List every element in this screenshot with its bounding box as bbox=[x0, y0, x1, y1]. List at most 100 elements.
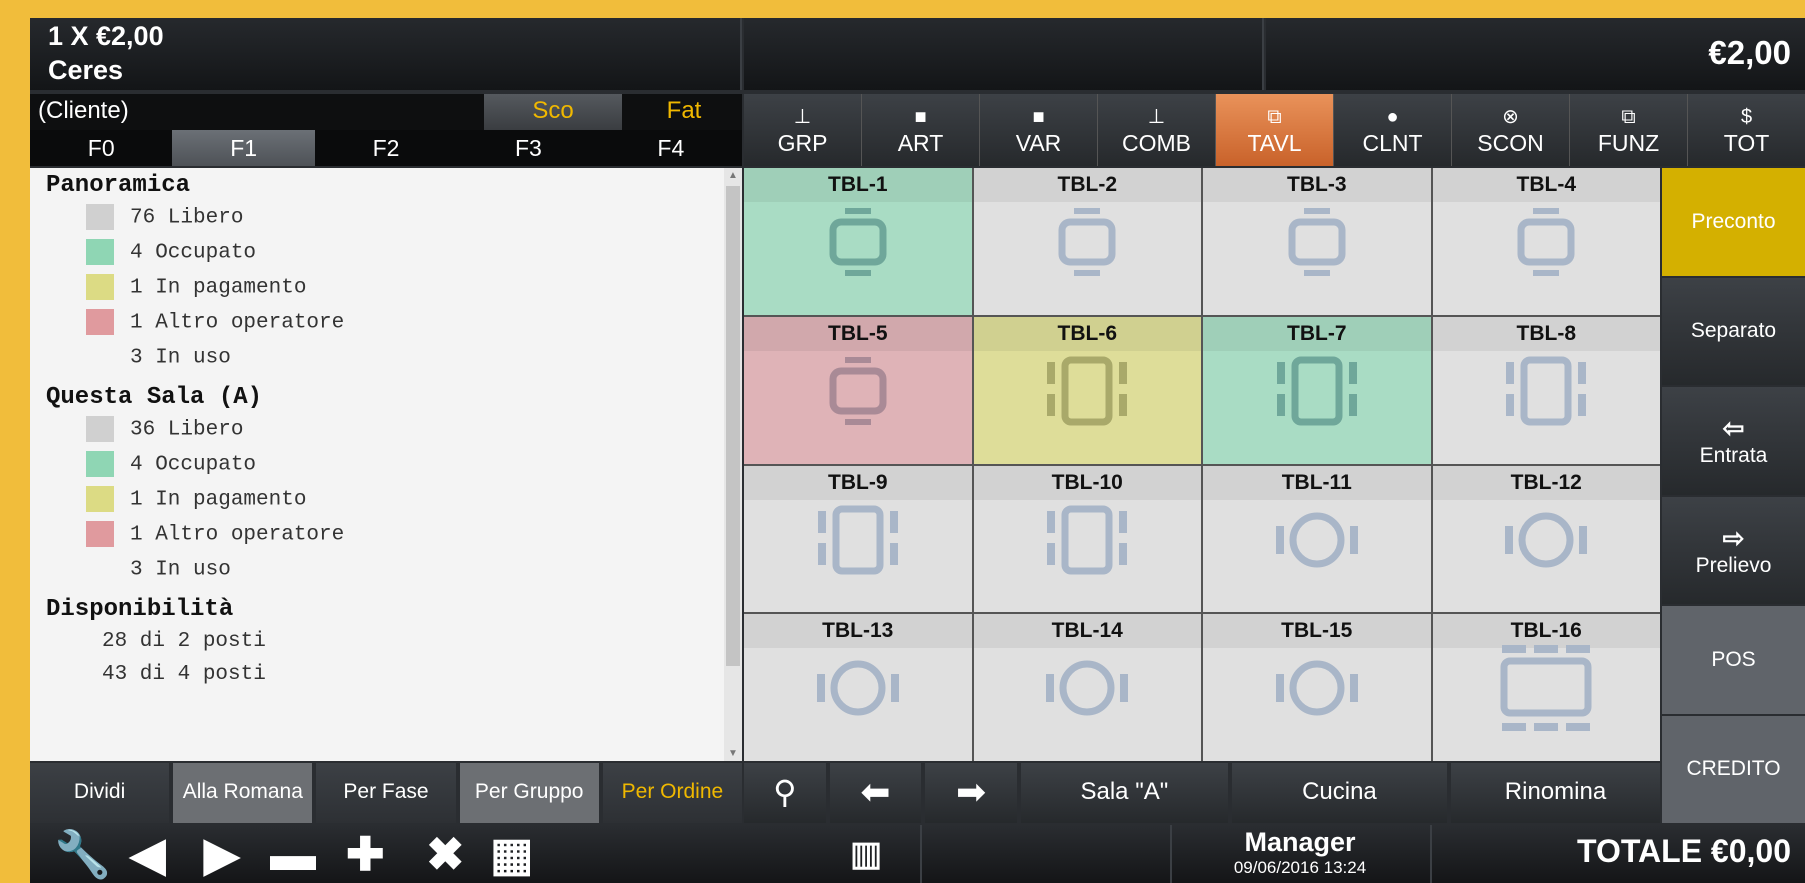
tab-f2[interactable]: F2 bbox=[315, 130, 457, 166]
table-tile[interactable]: TBL-2 bbox=[973, 168, 1201, 315]
legend-row: 3 In uso bbox=[86, 556, 231, 584]
table-tile[interactable]: TBL-8 bbox=[1432, 316, 1660, 464]
table-tile[interactable]: TBL-13 bbox=[744, 614, 972, 761]
table-name: TBL-9 bbox=[744, 465, 972, 500]
plus-icon[interactable]: ✚ bbox=[346, 829, 385, 879]
free-swatch bbox=[86, 204, 114, 230]
tab-f3[interactable]: F3 bbox=[457, 130, 599, 166]
discount-icon: ⊗ bbox=[1502, 106, 1519, 128]
prelievo-button[interactable]: ⇨ Prelievo bbox=[1662, 496, 1805, 604]
entrata-button[interactable]: ⇦ Entrata bbox=[1662, 387, 1805, 495]
calculator-icon[interactable]: ▦ bbox=[490, 829, 533, 879]
legend-panel: Panoramica 76 Libero 4 Occupato 1 In pag… bbox=[30, 168, 724, 761]
date-time: 09/06/2016 13:24 bbox=[1233, 858, 1367, 877]
dollar-icon: $ bbox=[1740, 106, 1753, 128]
client-row: (Cliente) Sco Fat bbox=[30, 94, 742, 130]
comb-button[interactable]: ⊥ COMB bbox=[1097, 94, 1215, 166]
barcode-icon[interactable]: ▥ bbox=[850, 829, 882, 879]
arrow-right-icon[interactable]: ➡ bbox=[925, 763, 1017, 823]
line-price: €2,00 bbox=[1708, 34, 1791, 71]
table-name: TBL-3 bbox=[1203, 168, 1431, 202]
total-amount: TOTALE €0,00 bbox=[1577, 833, 1791, 869]
table-name: TBL-1 bbox=[744, 168, 972, 202]
table-tile[interactable]: TBL-5 bbox=[744, 316, 972, 464]
header-total: €2,00 bbox=[1266, 18, 1805, 90]
divider bbox=[1170, 825, 1172, 883]
tab-f4[interactable]: F4 bbox=[600, 130, 742, 166]
scroll-down-icon[interactable]: ▼ bbox=[728, 748, 738, 759]
occupied-swatch bbox=[86, 239, 114, 265]
table-tile[interactable]: TBL-1 bbox=[744, 168, 972, 315]
panel-scrollbar[interactable]: ▲ ▼ bbox=[724, 168, 742, 761]
alla-romana-button[interactable]: Alla Romana bbox=[173, 763, 313, 823]
legend-row: 36 Libero bbox=[86, 416, 243, 444]
separato-button[interactable]: Separato bbox=[1662, 277, 1805, 385]
art-button[interactable]: ■ ART bbox=[861, 94, 979, 166]
tavl-button[interactable]: ⧉ TAVL bbox=[1215, 94, 1333, 166]
tab-f1[interactable]: F1 bbox=[172, 130, 315, 166]
kitchen-button[interactable]: Cucina bbox=[1231, 763, 1447, 823]
pos-button[interactable]: POS bbox=[1662, 606, 1805, 714]
table-tile[interactable]: TBL-11 bbox=[1203, 465, 1431, 613]
table-name: TBL-4 bbox=[1432, 168, 1660, 202]
table-name: TBL-6 bbox=[973, 316, 1201, 351]
wrench-icon[interactable]: 🔧 bbox=[54, 829, 111, 879]
clnt-button[interactable]: ● CLNT bbox=[1333, 94, 1451, 166]
table-tile[interactable]: TBL-9 bbox=[744, 465, 972, 613]
delete-icon[interactable]: ✖ bbox=[426, 829, 465, 879]
inuse-swatch bbox=[86, 344, 114, 370]
arrow-left-small-icon[interactable]: ◀ bbox=[130, 829, 165, 879]
table-name: TBL-11 bbox=[1203, 465, 1431, 500]
minus-icon[interactable]: ▬ bbox=[270, 829, 316, 879]
header-middle bbox=[744, 18, 1264, 90]
arrow-right-small-icon[interactable]: ▶ bbox=[204, 829, 239, 879]
operator-name: Manager bbox=[1244, 827, 1356, 857]
table-tile[interactable]: TBL-4 bbox=[1432, 168, 1660, 315]
fat-button[interactable]: Fat bbox=[626, 94, 742, 130]
other-operator-swatch bbox=[86, 521, 114, 547]
sco-button[interactable]: Sco bbox=[484, 94, 622, 130]
occupied-swatch bbox=[86, 451, 114, 477]
preconto-button[interactable]: Preconto bbox=[1662, 168, 1805, 276]
arrow-left-icon[interactable]: ⬅ bbox=[829, 763, 922, 823]
table-tile[interactable]: TBL-12 bbox=[1432, 465, 1660, 613]
tab-f0[interactable]: F0 bbox=[30, 130, 172, 166]
table-name: TBL-14 bbox=[973, 614, 1201, 649]
credito-button[interactable]: CREDITO bbox=[1662, 715, 1805, 823]
per-fase-button[interactable]: Per Fase bbox=[316, 763, 456, 823]
table-tile[interactable]: TBL-7 bbox=[1203, 316, 1431, 464]
rename-button[interactable]: Rinomina bbox=[1450, 763, 1661, 823]
search-icon[interactable]: ⚲ bbox=[744, 763, 826, 823]
table-name: TBL-5 bbox=[744, 316, 972, 351]
table-tile[interactable]: TBL-15 bbox=[1203, 614, 1431, 761]
table-tile[interactable]: TBL-3 bbox=[1203, 168, 1431, 315]
tot-button[interactable]: $ TOT bbox=[1687, 94, 1805, 166]
dividi-button[interactable]: Dividi bbox=[30, 763, 170, 823]
legend-row: 4 Occupato bbox=[86, 239, 256, 267]
bottom-bar: 🔧 ◀ ▶ ▬ ✚ ✖ ▦ ▥ Manager 09/06/2016 13:24… bbox=[30, 825, 1805, 883]
cash-out-icon: ⇨ bbox=[1722, 522, 1745, 553]
section-room-title: Questa Sala (A) bbox=[46, 384, 263, 411]
grp-button[interactable]: ⊥ GRP bbox=[744, 94, 861, 166]
funz-button[interactable]: ⧉ FUNZ bbox=[1569, 94, 1687, 166]
table-name: TBL-7 bbox=[1203, 316, 1431, 351]
legend-row: 1 In pagamento bbox=[86, 274, 306, 302]
order-qty-price: 1 X €2,00 bbox=[48, 21, 164, 51]
scroll-up-icon[interactable]: ▲ bbox=[728, 170, 738, 181]
table-tile[interactable]: TBL-10 bbox=[973, 465, 1201, 613]
side-buttons: Preconto Separato ⇦ Entrata ⇨ Prelievo POS… bbox=[1662, 168, 1805, 823]
legend-row: 76 Libero bbox=[86, 204, 243, 232]
user-icon: ● bbox=[1386, 106, 1399, 128]
table-tile[interactable]: TBL-16 bbox=[1432, 614, 1660, 761]
var-button[interactable]: ■ VAR bbox=[979, 94, 1097, 166]
scon-button[interactable]: ⊗ SCON bbox=[1451, 94, 1569, 166]
pos-app: 1 X €2,00 Ceres €2,00 (Cliente) Sco Fat … bbox=[30, 18, 1805, 883]
legend-row: 1 Altro operatore bbox=[86, 309, 344, 337]
room-a-button[interactable]: Sala "A" bbox=[1020, 763, 1228, 823]
table-tile[interactable]: TBL-6 bbox=[973, 316, 1201, 464]
per-ordine-button[interactable]: Per Ordine bbox=[602, 763, 743, 823]
table-tile[interactable]: TBL-14 bbox=[973, 614, 1201, 761]
per-gruppo-button[interactable]: Per Gruppo bbox=[459, 763, 599, 823]
client-button[interactable]: (Cliente) bbox=[38, 97, 129, 125]
scroll-thumb[interactable] bbox=[726, 186, 740, 666]
